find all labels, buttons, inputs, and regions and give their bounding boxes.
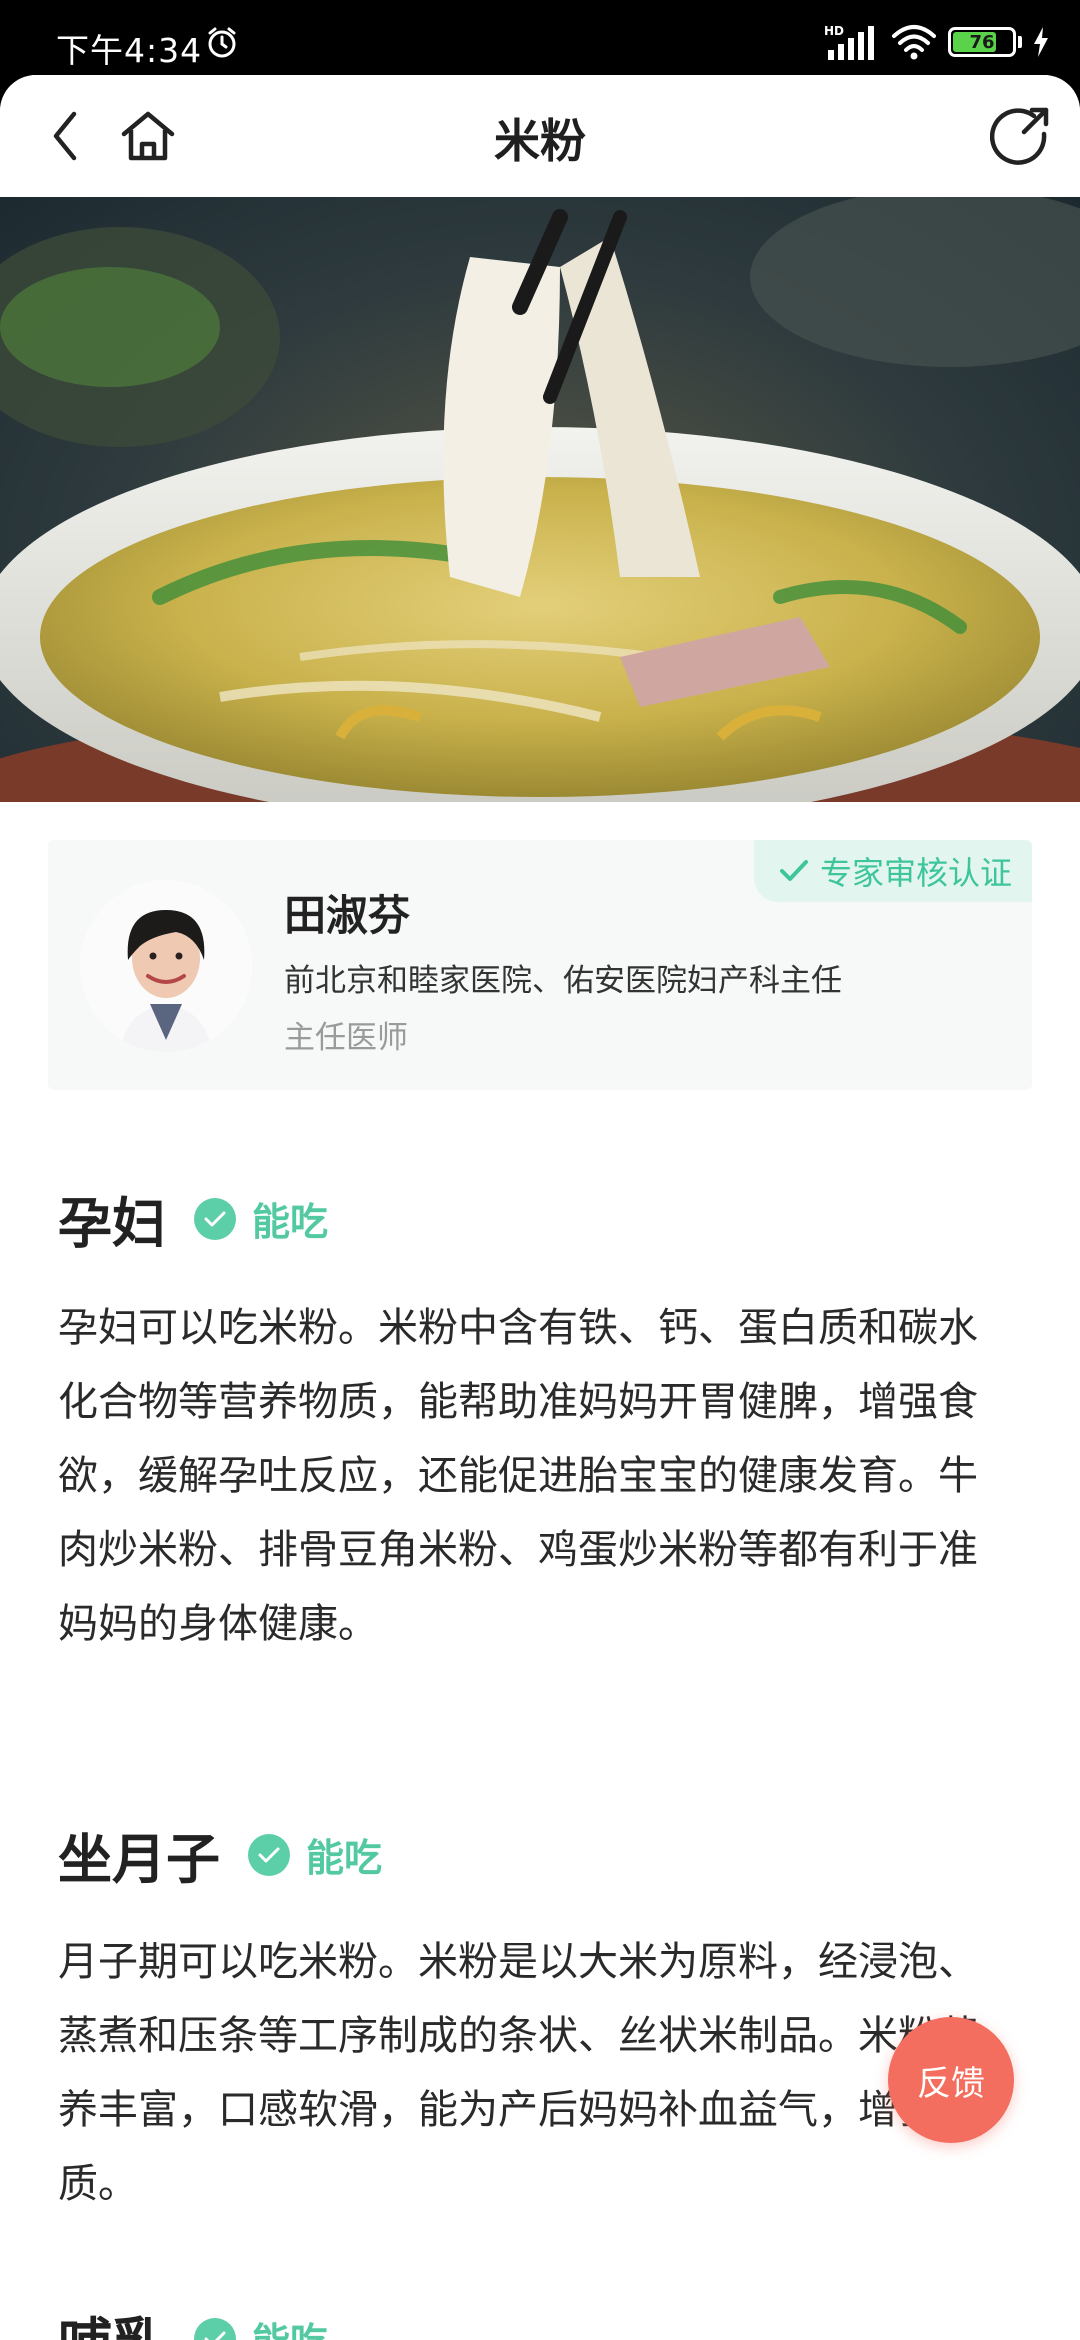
doctor-title: 主任医师 (284, 1020, 408, 1056)
section-title: 孕妇 (58, 1192, 166, 1255)
section-breastfeeding-header: 哺乳 能吃 (58, 2299, 328, 2340)
verdict-label: 能吃 (306, 1836, 383, 1880)
section-body: 孕妇可以吃米粉。米粉中含有铁、钙、蛋白质和碳水化合物等营养物质，能帮助准妈妈开胃… (58, 1305, 978, 1647)
section-body: 月子期可以吃米粉。米粉是以大米为原料，经浸泡、蒸煮和压条等工序制成的条状、丝状米… (58, 1939, 978, 2207)
verdict-label: 能吃 (252, 1200, 329, 1244)
check-icon (779, 860, 808, 881)
expert-verified-label: 专家审核认证 (819, 854, 1012, 892)
status-time: 下午4:34 (56, 31, 203, 70)
feedback-button[interactable]: 反馈 (888, 2017, 1014, 2143)
expert-card[interactable]: 专家审核认证 田淑芬 前北京和睦家医院、佑安医院妇产科主任 主任医师 (48, 840, 1032, 1090)
alarm-icon (208, 27, 236, 58)
check-circle-icon (194, 1197, 236, 1240)
section-postpartum-header: 坐月子 能吃 (58, 1815, 382, 1894)
verdict-label: 能吃 (252, 2311, 328, 2340)
status-icons: HD 76 (824, 22, 1050, 62)
section-title: 坐月子 (58, 1828, 220, 1891)
top-nav: 米粉 (0, 75, 1080, 197)
doctor-name: 田淑芬 (284, 891, 411, 940)
expert-verified-badge: 专家审核认证 (753, 840, 1032, 902)
doctor-avatar (80, 880, 252, 1052)
doctor-hospital: 前北京和睦家医院、佑安医院妇产科主任 (284, 963, 842, 999)
hero-image (0, 197, 1080, 802)
status-bar: 下午4:34 HD 76 (0, 0, 1080, 75)
battery-level: 76 (969, 31, 995, 53)
check-circle-icon (248, 1833, 290, 1876)
page-container: 米粉 专家审核认证 田淑芬 前北京和睦家医院、佑安医院妇产科主任 主任医师 孕妇… (0, 75, 1080, 2340)
section-title: 哺乳 (58, 2299, 166, 2340)
page-title: 米粉 (494, 114, 586, 168)
share-icon (990, 107, 1049, 165)
battery-icon: 76 (948, 27, 1016, 57)
share-button[interactable] (990, 106, 1050, 166)
rice-noodle-bowl-illustration (0, 197, 1080, 802)
check-circle-icon (194, 2317, 236, 2340)
wifi-icon (892, 25, 936, 60)
charging-icon (1034, 27, 1048, 57)
battery-cap (1018, 36, 1022, 48)
section-pregnant-header: 孕妇 能吃 (58, 1179, 328, 1258)
signal-icon: HD (824, 22, 880, 62)
